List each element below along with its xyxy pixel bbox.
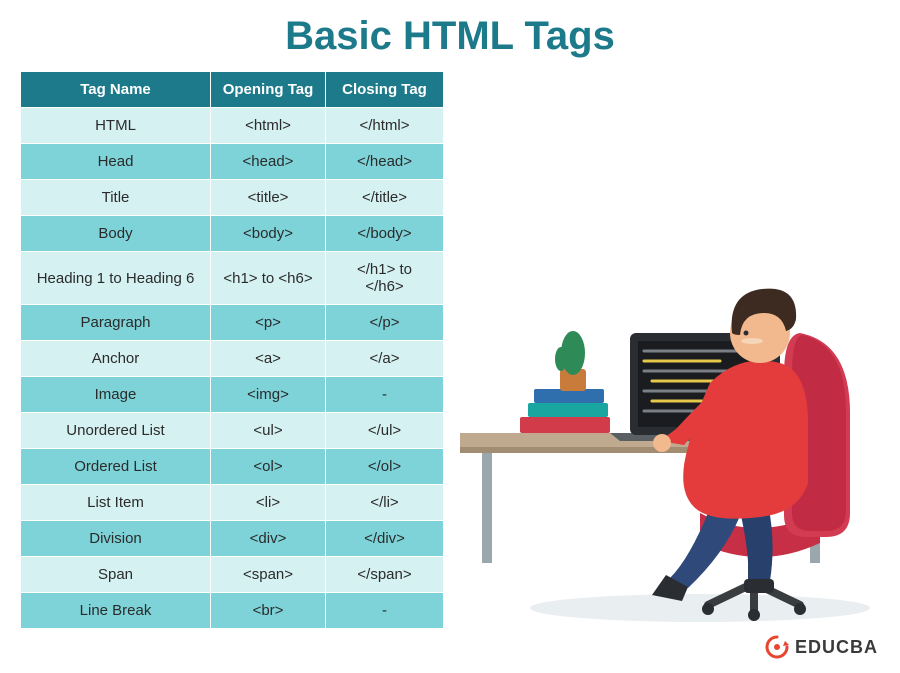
cell-opening-tag: <div> [211,521,326,557]
table-row: Image<img>- [21,377,444,413]
table-row: Line Break<br>- [21,593,444,629]
cell-tag-name: Division [21,521,211,557]
cell-closing-tag: </html> [326,108,444,144]
cell-tag-name: Ordered List [21,449,211,485]
table-row: List Item<li></li> [21,485,444,521]
cell-opening-tag: <p> [211,305,326,341]
cell-opening-tag: <ul> [211,413,326,449]
cell-opening-tag: <head> [211,144,326,180]
educba-logo-icon [765,635,789,659]
html-tags-table: Tag Name Opening Tag Closing Tag HTML<ht… [20,71,444,629]
table-row: HTML<html></html> [21,108,444,144]
cell-closing-tag: </title> [326,180,444,216]
table-row: Anchor<a></a> [21,341,444,377]
cell-closing-tag: </h1> to </h6> [326,252,444,305]
cell-closing-tag: </span> [326,557,444,593]
cell-opening-tag: <li> [211,485,326,521]
cell-opening-tag: <h1> to <h6> [211,252,326,305]
col-closing-tag: Closing Tag [326,72,444,108]
brand-logo: EDUCBA [765,635,878,659]
cell-tag-name: List Item [21,485,211,521]
cell-closing-tag: </li> [326,485,444,521]
cell-closing-tag: </body> [326,216,444,252]
table-row: Unordered List<ul></ul> [21,413,444,449]
table-row: Heading 1 to Heading 6<h1> to <h6></h1> … [21,252,444,305]
cell-closing-tag: - [326,593,444,629]
cell-closing-tag: - [326,377,444,413]
brand-logo-text: EDUCBA [795,637,878,658]
cell-tag-name: HTML [21,108,211,144]
cell-opening-tag: <html> [211,108,326,144]
table-row: Head<head></head> [21,144,444,180]
cell-closing-tag: </div> [326,521,444,557]
cell-closing-tag: </head> [326,144,444,180]
cell-tag-name: Title [21,180,211,216]
table-row: Ordered List<ol></ol> [21,449,444,485]
col-tag-name: Tag Name [21,72,211,108]
cell-closing-tag: </a> [326,341,444,377]
cell-tag-name: Line Break [21,593,211,629]
table-header-row: Tag Name Opening Tag Closing Tag [21,72,444,108]
cell-closing-tag: </ul> [326,413,444,449]
cell-opening-tag: <img> [211,377,326,413]
cell-opening-tag: <ol> [211,449,326,485]
cell-tag-name: Heading 1 to Heading 6 [21,252,211,305]
cell-tag-name: Body [21,216,211,252]
cell-opening-tag: <title> [211,180,326,216]
cell-opening-tag: <body> [211,216,326,252]
illustration-person-coding [460,183,880,623]
page-title: Basic HTML Tags [0,14,900,59]
table-row: Body<body></body> [21,216,444,252]
cell-tag-name: Anchor [21,341,211,377]
table-row: Division<div></div> [21,521,444,557]
col-opening-tag: Opening Tag [211,72,326,108]
cell-opening-tag: <br> [211,593,326,629]
table-row: Title<title></title> [21,180,444,216]
table-row: Paragraph<p></p> [21,305,444,341]
cell-closing-tag: </p> [326,305,444,341]
cell-tag-name: Paragraph [21,305,211,341]
cell-tag-name: Unordered List [21,413,211,449]
cell-tag-name: Image [21,377,211,413]
cell-opening-tag: <span> [211,557,326,593]
cell-opening-tag: <a> [211,341,326,377]
cell-closing-tag: </ol> [326,449,444,485]
cell-tag-name: Span [21,557,211,593]
table-row: Span<span></span> [21,557,444,593]
cell-tag-name: Head [21,144,211,180]
